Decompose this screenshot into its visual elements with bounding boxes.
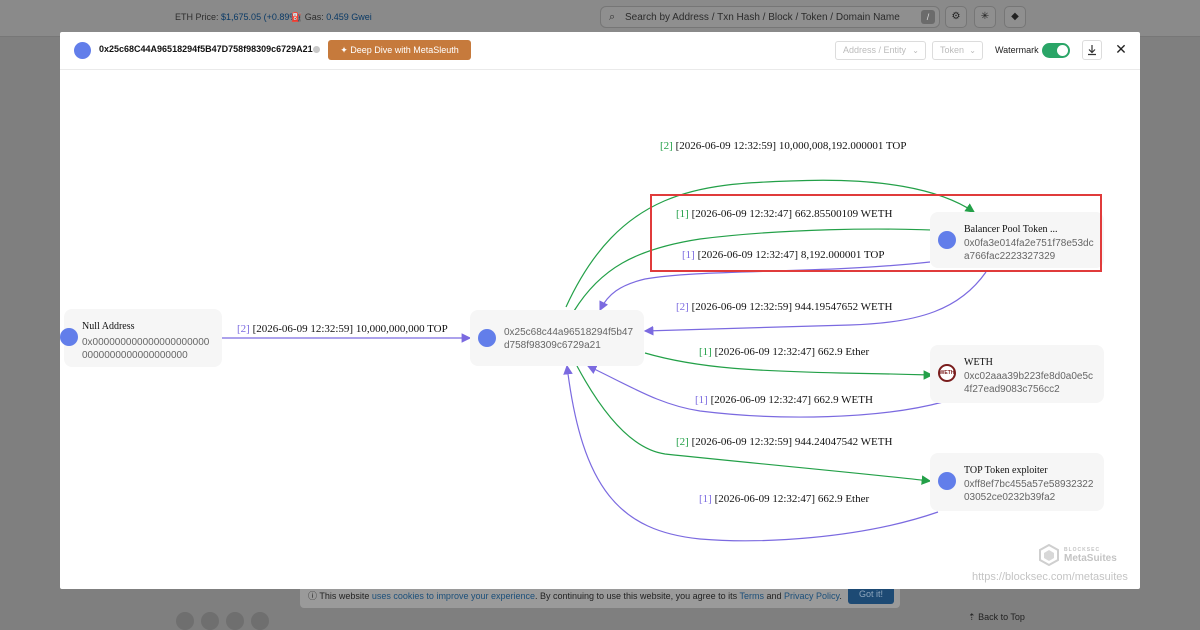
watermark-url: https://blocksec.com/metasuites	[972, 571, 1128, 583]
token-filter[interactable]: Token ⌄	[932, 41, 983, 60]
search-shortcut-key: /	[921, 10, 935, 24]
edge-label-center-to-balancer-top[interactable]: [2] [2026-06-09 12:32:59] 10,000,008,192…	[660, 140, 906, 152]
ethereum-icon	[938, 472, 956, 490]
chevron-down-icon: ⌄	[969, 46, 976, 55]
node-address: 0x25c68c44a96518294f5b47d758f98309c6729a…	[504, 327, 634, 351]
edge-text: [2026-06-09 12:32:59] 10,000,000,000 TOP	[252, 323, 448, 335]
download-icon	[1088, 45, 1096, 56]
site-search-input[interactable]: ⌕ Search by Address / Txn Hash / Block /…	[600, 6, 940, 28]
settings-icon[interactable]: ⚙	[945, 6, 967, 28]
highlight-box	[650, 194, 1102, 272]
token-placeholder: Token	[940, 45, 965, 55]
x-social-icon[interactable]	[176, 612, 194, 630]
search-placeholder: Search by Address / Txn Hash / Block / T…	[625, 12, 900, 23]
metasleuth-icon: ✦	[340, 45, 348, 55]
node-address: 0xc02aaa39b223fe8d0a0e5c4f27ead9083c756c…	[964, 371, 1094, 395]
node-name: WETH	[964, 357, 993, 368]
info-icon: ⓘ	[308, 591, 318, 601]
edge-count: [1]	[699, 346, 712, 358]
cookie-text: This website	[319, 591, 370, 601]
watermark-label: Watermark	[995, 45, 1039, 55]
edge-count: [2]	[676, 436, 689, 448]
watermark-brand-name: MetaSuites	[1064, 553, 1117, 564]
deep-dive-label: Deep Dive with MetaSleuth	[350, 45, 459, 55]
terms-link[interactable]: Terms	[739, 591, 764, 601]
weth-token-icon: WETH	[938, 364, 956, 382]
info-icon[interactable]	[313, 46, 320, 53]
theme-icon[interactable]: ✳	[974, 6, 996, 28]
edge-text: [2026-06-09 12:32:59] 944.24047542 WETH	[691, 436, 893, 448]
edge-label-center-to-weth[interactable]: [1] [2026-06-09 12:32:47] 662.9 Ether	[699, 346, 869, 358]
address-entity-placeholder: Address / Entity	[843, 45, 907, 55]
edge-label-weth-to-center[interactable]: [1] [2026-06-09 12:32:47] 662.9 WETH	[695, 394, 873, 406]
node-name: TOP Token exploiter	[964, 465, 1048, 476]
gas-price: ⛽ Gas: 0.459 Gwei	[291, 12, 372, 23]
ethereum-icon	[74, 42, 91, 59]
address-entity-filter[interactable]: Address / Entity ⌄	[835, 41, 926, 60]
discord-social-icon[interactable]	[201, 612, 219, 630]
gas-value: 0.459 Gwei	[326, 12, 372, 22]
edge-text: [2026-06-09 12:32:47] 662.9 WETH	[710, 394, 873, 406]
node-address: 0xff8ef7bc455a57e5893232203052ce0232b39f…	[964, 479, 1094, 503]
node-null-address[interactable]: Null Address 0x0000000000000000000000000…	[60, 309, 222, 367]
search-icon: ⌕	[609, 11, 616, 23]
edge-text: [2026-06-09 12:32:59] 944.19547652 WETH	[691, 301, 893, 313]
gas-label: Gas:	[304, 12, 324, 22]
chevron-down-icon: ⌄	[912, 46, 919, 55]
edge-label-center-to-exploiter[interactable]: [2] [2026-06-09 12:32:59] 944.24047542 W…	[676, 436, 892, 448]
toggle-knob	[1057, 45, 1068, 56]
edge-label-balancer-to-center-weth[interactable]: [2] [2026-06-09 12:32:59] 944.19547652 W…	[676, 301, 892, 313]
cookie-text: and	[766, 591, 782, 601]
edge-exploiter-to-center[interactable]	[563, 364, 939, 542]
edge-center-to-exploiter[interactable]	[576, 365, 932, 485]
node-top-token-exploiter[interactable]: TOP Token exploiter 0xff8ef7bc455a57e589…	[930, 453, 1104, 511]
deep-dive-button[interactable]: ✦ Deep Dive with MetaSleuth	[328, 40, 471, 60]
privacy-policy-link[interactable]: Privacy Policy	[784, 591, 839, 601]
gas-icon: ⛽	[291, 12, 303, 22]
node-address: 0x00000000000000000000000000000000000000…	[82, 337, 210, 361]
watermark-brand: BLOCKSEC MetaSuites	[1064, 547, 1117, 564]
close-button[interactable]: ✕	[1114, 41, 1128, 57]
eth-price-value: $1,675.05 (+0.89%)	[221, 12, 301, 22]
blocksec-logo-icon	[1039, 544, 1059, 566]
modal-title-address: 0x25c68C44A96518294f5B47D758f98309c6729A…	[99, 44, 313, 54]
github-social-icon[interactable]	[226, 612, 244, 630]
node-name: Null Address	[82, 321, 135, 332]
edge-label-null-to-center[interactable]: [2] [2026-06-09 12:32:59] 10,000,000,000…	[237, 323, 448, 335]
node-center-address[interactable]: 0x25c68c44a96518294f5b47d758f98309c6729a…	[470, 310, 644, 366]
edge-count: [2]	[237, 323, 250, 335]
watermark-toggle[interactable]	[1042, 43, 1070, 58]
node-weth[interactable]: WETH WETH 0xc02aaa39b223fe8d0a0e5c4f27ea…	[930, 345, 1104, 403]
modal-header: 0x25c68C44A96518294f5B47D758f98309c6729A…	[60, 32, 1140, 70]
eth-price: ETH Price: $1,675.05 (+0.89%)	[175, 12, 300, 22]
download-button[interactable]	[1082, 40, 1102, 60]
edge-text: [2026-06-09 12:32:59] 10,000,008,192.000…	[675, 140, 907, 152]
fund-flow-modal: 0x25c68C44A96518294f5B47D758f98309c6729A…	[60, 32, 1140, 589]
telegram-social-icon[interactable]	[251, 612, 269, 630]
edge-text: [2026-06-09 12:32:47] 662.9 Ether	[714, 493, 870, 505]
edge-count: [1]	[699, 493, 712, 505]
ethereum-icon	[478, 329, 496, 347]
edge-text: [2026-06-09 12:32:47] 662.9 Ether	[714, 346, 870, 358]
cookie-policy-link[interactable]: uses cookies to improve your experience	[372, 591, 535, 601]
back-to-top-link[interactable]: ⇡ Back to Top	[968, 612, 1025, 623]
close-icon: ✕	[1115, 41, 1127, 57]
edge-count: [2]	[660, 140, 673, 152]
edge-label-exploiter-to-center[interactable]: [1] [2026-06-09 12:32:47] 662.9 Ether	[699, 493, 869, 505]
ethereum-network-icon[interactable]: ◆	[1004, 6, 1026, 28]
fund-flow-graph: Null Address 0x0000000000000000000000000…	[60, 69, 1140, 589]
cookie-text: . By continuing to use this website, you…	[535, 591, 738, 601]
edge-count: [2]	[676, 301, 689, 313]
eth-price-label: ETH Price:	[175, 12, 219, 22]
ethereum-icon	[60, 328, 78, 346]
edge-count: [1]	[695, 394, 708, 406]
